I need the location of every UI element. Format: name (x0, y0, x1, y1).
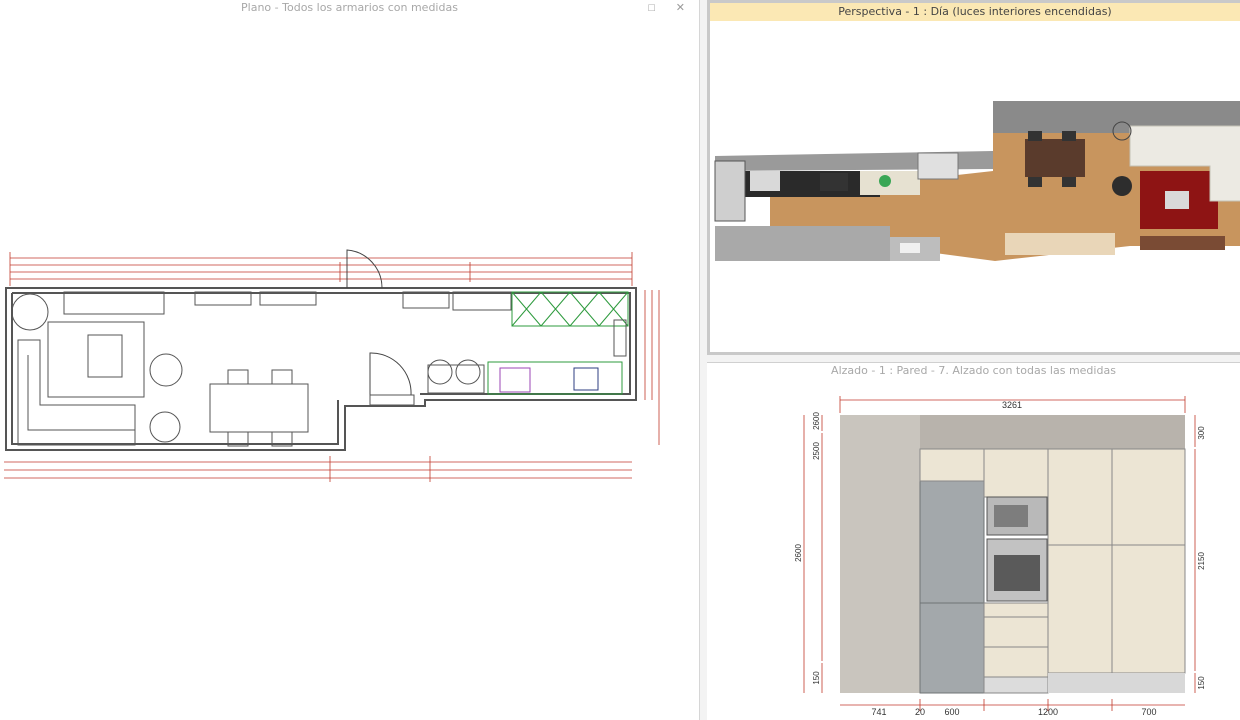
plan-walls (5, 287, 637, 451)
dim-right-mid: 2150 (1197, 552, 1206, 570)
plan-dimension-lines-top (9, 252, 633, 286)
dim-bottom-1200: 1200 (1038, 707, 1058, 717)
elevation-drawing[interactable]: 3261 2600 2500 2600 150 300 2150 150 741… (707, 363, 1240, 720)
dim-total-width: 3261 (1002, 400, 1022, 410)
plan-dining-table (194, 291, 317, 447)
dim-left-upper: 2600 (812, 412, 821, 430)
perspective-3d-view[interactable] (710, 21, 1240, 355)
dining-table (1025, 139, 1085, 177)
tall-cabinet-1 (1047, 448, 1113, 546)
dim-right-bottom: 150 (1197, 676, 1206, 690)
dim-bottom-700: 700 (1141, 707, 1156, 717)
dim-left-total: 2600 (794, 544, 803, 562)
dim-left-mid: 2500 (812, 442, 821, 460)
wall-left-grey (840, 415, 920, 693)
plan-dimension-lines-right (644, 290, 660, 445)
elevation-panel[interactable]: Alzado - 1 : Pared - 7. Alzado con todas… (707, 362, 1240, 720)
dim-bottom-741: 741 (871, 707, 886, 717)
plan-dimension-lines-bottom (4, 456, 632, 482)
plan-kitchen (369, 291, 629, 406)
perspective-panel[interactable]: Perspectiva - 1 : Día (luces interiores … (707, 0, 1240, 355)
dim-left-lower: 150 (812, 671, 821, 685)
fridge (919, 480, 985, 694)
wall-top-strip (920, 415, 1185, 449)
floor-plan-drawing[interactable] (0, 0, 700, 720)
dim-bottom-20: 20 (915, 707, 925, 717)
lower-cabinets (715, 226, 890, 261)
plan-panel[interactable]: Plano - Todos los armarios con medidas □… (0, 0, 700, 720)
dim-bottom-600: 600 (944, 707, 959, 717)
perspective-title: Perspectiva - 1 : Día (luces interiores … (710, 3, 1240, 21)
plan-living-furniture (11, 291, 183, 446)
tall-cabinet-2 (1111, 448, 1186, 546)
dim-right-top: 300 (1197, 426, 1206, 440)
